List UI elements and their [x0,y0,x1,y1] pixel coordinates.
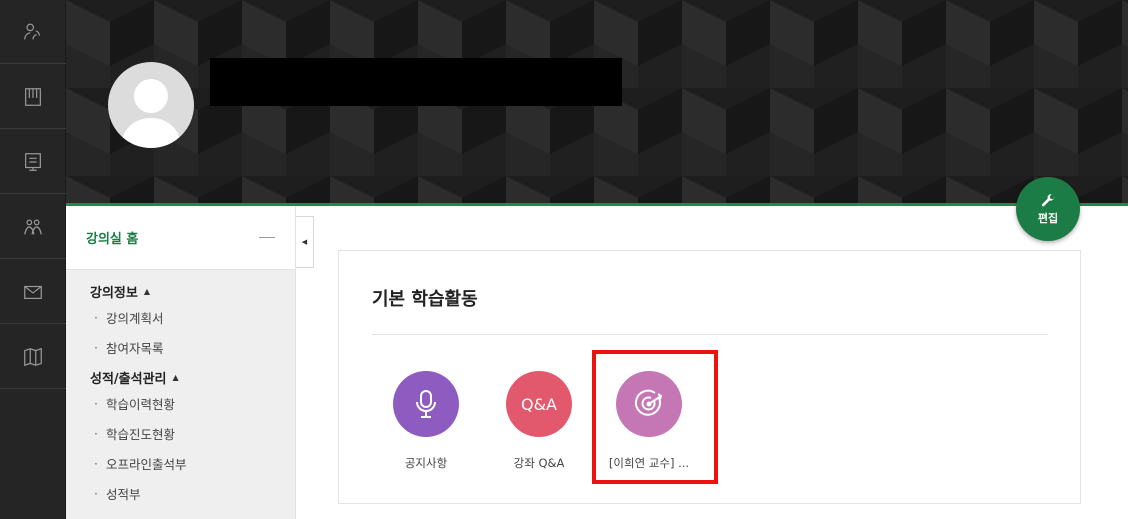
activity-label: 강좌 Q&A [513,456,565,470]
activity-course-qa[interactable]: Q&A 강좌 Q&A [494,371,584,471]
sidebar: 강의실 홈 강의정보 ▲ · 강의계획서 · 참여자목록 성적/출석관리 ▲ · 학습이력… [66,206,296,519]
sidebar-item-participants[interactable]: · 참여자목록 [66,332,295,362]
activity-icon-circle: Q&A [506,371,572,437]
section-title: 강의정보 [90,285,138,301]
section-course-info[interactable]: 강의정보 ▲ [66,276,295,302]
sidebar-menu: 강의정보 ▲ · 강의계획서 · 참여자목록 성적/출석관리 ▲ · 학습이력현황 · 학습… [66,270,295,519]
sidebar-home-label: 강의실 홈 [86,232,139,247]
sidebar-item-gradebook[interactable]: · 성적부 [66,478,295,508]
user-silhouette-icon [120,79,182,148]
sidebar-item-learning-history[interactable]: · 학습이력현황 [66,388,295,418]
section-title: 기본 학습활동 [372,289,478,310]
rail-group-button[interactable] [0,195,66,259]
map-icon [24,347,42,366]
sidebar-item-label: 성적부 [105,486,141,502]
sidebar-item-label: 오프라인출석부 [105,456,187,472]
microphone-icon [416,390,436,418]
sidebar-item-label: 학습이력현황 [105,396,175,412]
sidebar-item-label: 학습진도현황 [105,426,175,442]
sidebar-item-label: 강의계획서 [105,310,164,326]
qa-icon: Q&A [520,394,557,414]
highlight-box [592,350,718,484]
book-icon [25,87,41,106]
section-title: 성적/출석관리 [90,371,167,387]
redacted-course-title [210,58,622,106]
sidebar-item-syllabus[interactable]: · 강의계획서 [66,302,295,332]
rail-board-button[interactable] [0,130,66,194]
rail-mail-button[interactable] [0,260,66,324]
edit-label: 편집 [1037,211,1059,225]
activity-label: 공지사항 [404,456,448,470]
sidebar-item-label: 참여자목록 [105,340,164,356]
sidebar-item-offline-attendance[interactable]: · 오프라인출석부 [66,448,295,478]
rail-book-button[interactable] [0,65,66,129]
caret-up-icon: ▲ [143,286,150,296]
wrench-icon [1041,193,1055,206]
group-icon [24,219,42,234]
edit-button[interactable]: 편집 [1016,177,1080,241]
avatar [108,62,194,148]
presentation-board-icon [25,152,41,171]
rail-map-button[interactable] [0,325,66,389]
sidebar-collapse-button[interactable]: ◀ [296,216,314,268]
activity-notice[interactable]: 공지사항 [381,371,471,471]
activity-icon-circle [393,371,459,437]
divider [372,334,1048,335]
caret-left-icon: ◀ [301,238,308,246]
icon-rail [0,0,66,519]
sidebar-home[interactable]: 강의실 홈 [66,206,295,270]
caret-up-icon: ▲ [172,372,179,382]
collapse-minus-icon[interactable] [259,237,275,238]
sidebar-item-learning-progress[interactable]: · 학습진도현황 [66,418,295,448]
people-icon [24,23,41,39]
rail-people-button[interactable] [0,0,66,64]
mail-icon [24,285,42,299]
section-grades-attendance[interactable]: 성적/출석관리 ▲ [66,362,295,388]
